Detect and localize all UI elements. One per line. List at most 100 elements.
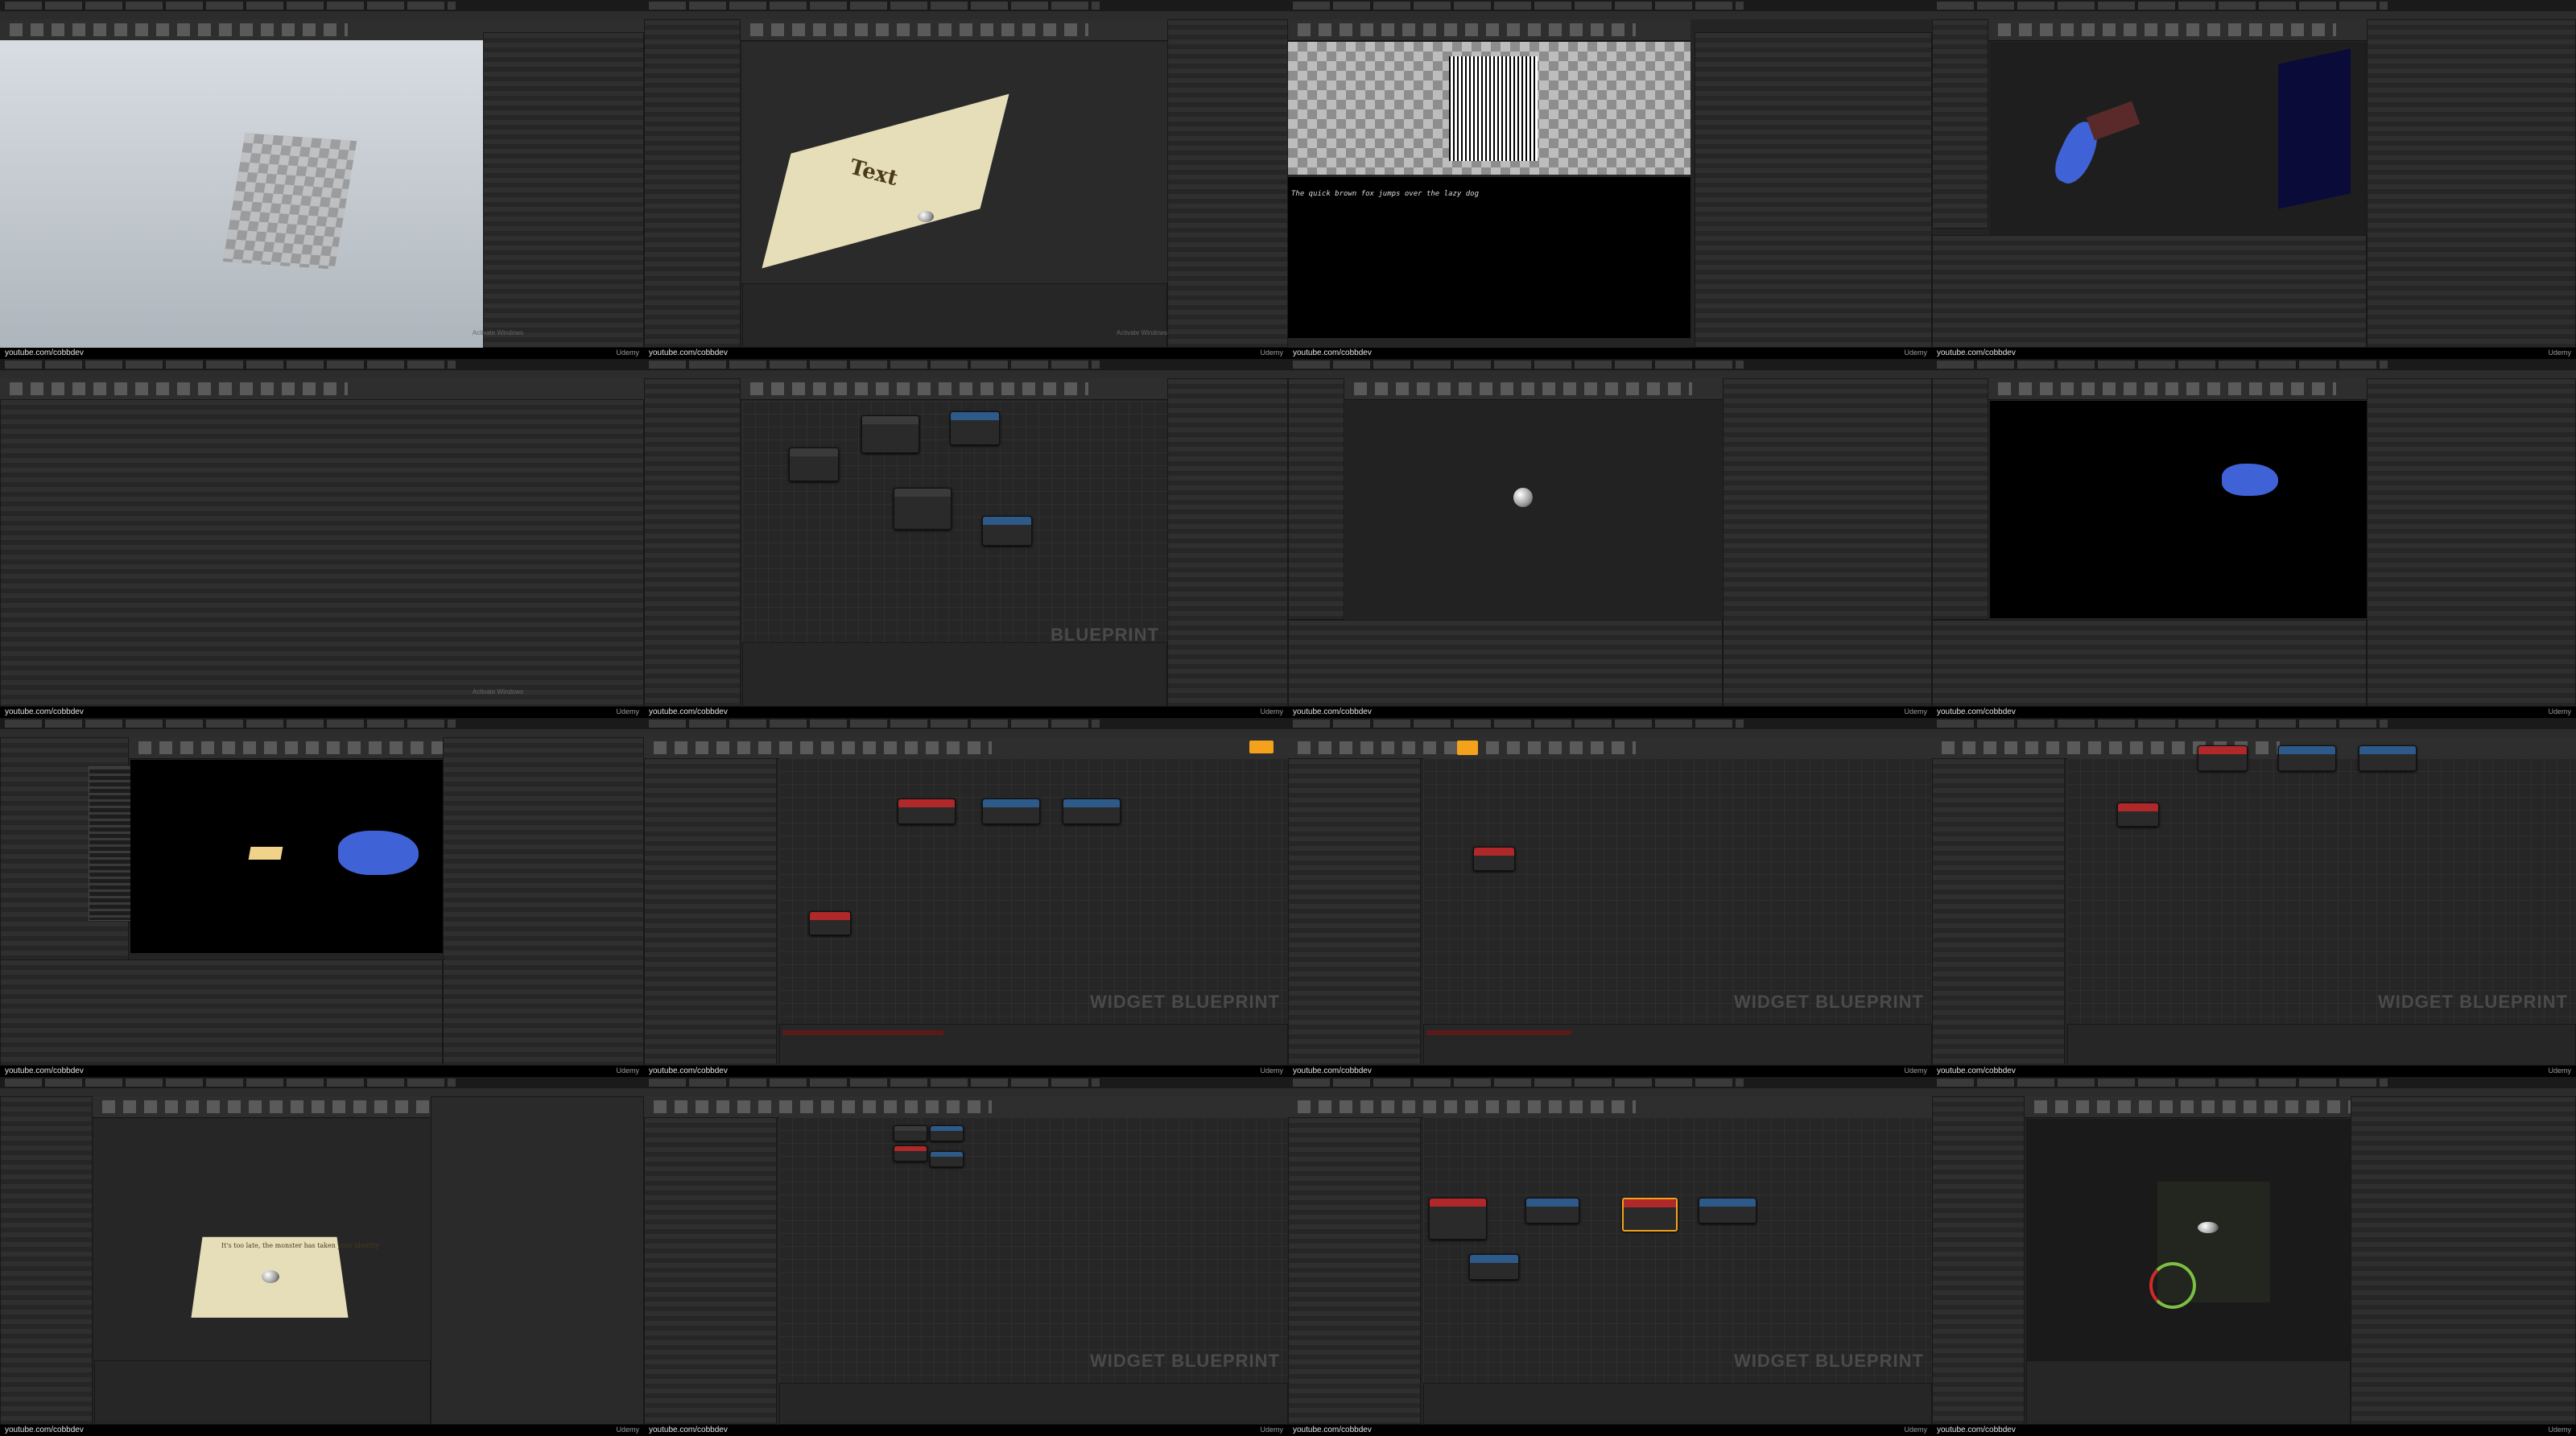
menu-bar[interactable] <box>0 1088 644 1096</box>
blue-mesh[interactable] <box>338 831 419 875</box>
menu-bar[interactable] <box>644 1088 1288 1096</box>
graph-node[interactable] <box>950 411 1000 445</box>
graph-node[interactable] <box>894 488 952 530</box>
graph-node[interactable] <box>1429 1198 1487 1240</box>
my-blueprint-panel[interactable] <box>644 1117 777 1425</box>
menu-bar[interactable] <box>1932 370 2576 378</box>
toolbar[interactable] <box>644 1096 1288 1118</box>
menu-bar[interactable] <box>644 370 1288 378</box>
checker-plane[interactable] <box>222 133 357 270</box>
components-panel[interactable] <box>644 19 741 348</box>
my-blueprint-panel[interactable] <box>1932 758 2065 1066</box>
details-panel[interactable] <box>2351 1096 2576 1425</box>
menu-bar[interactable] <box>0 729 644 737</box>
toolbar[interactable] <box>644 737 1288 759</box>
menu-bar[interactable] <box>644 11 1288 19</box>
place-actors-panel[interactable] <box>1932 19 1988 229</box>
toolbar[interactable] <box>1932 737 2576 759</box>
menu-bar[interactable] <box>1932 11 2576 19</box>
world-outliner[interactable] <box>443 737 644 1066</box>
widget-event-graph[interactable] <box>1423 758 1932 1024</box>
widget-event-graph[interactable] <box>779 1117 1288 1383</box>
graph-node-selected[interactable] <box>1622 1198 1678 1232</box>
details-panel[interactable] <box>483 32 644 348</box>
graph-node[interactable] <box>982 516 1032 546</box>
menu-bar[interactable] <box>0 11 644 19</box>
toolbar[interactable] <box>93 1096 431 1118</box>
light-sphere <box>918 211 934 222</box>
details-panel[interactable] <box>1167 378 1288 707</box>
graph-node[interactable] <box>1473 847 1515 871</box>
world-outliner[interactable] <box>1723 378 1932 707</box>
my-blueprint-panel[interactable] <box>644 378 741 707</box>
graph-node[interactable] <box>1063 798 1121 824</box>
graph-node[interactable] <box>2359 745 2417 771</box>
content-browser[interactable] <box>1932 620 2367 707</box>
components-panel[interactable] <box>0 1096 93 1425</box>
toolbar[interactable] <box>2025 1096 2351 1118</box>
graph-node[interactable] <box>1699 1198 1757 1223</box>
menu-bar[interactable] <box>1288 11 1932 19</box>
my-blueprint-panel[interactable] <box>644 758 777 1066</box>
toolbar[interactable] <box>741 19 1167 41</box>
details-panel[interactable] <box>1695 32 1932 348</box>
details-panel[interactable] <box>1167 19 1288 348</box>
text-plane[interactable] <box>248 847 283 860</box>
content-browser[interactable] <box>1932 235 2367 348</box>
graph-node[interactable] <box>894 1125 927 1141</box>
footer-bar: youtube.com/cobbdev Udemy <box>1932 1425 2576 1436</box>
level-viewport[interactable] <box>1990 401 2367 618</box>
graph-mode-button[interactable] <box>1249 741 1274 753</box>
menu-bar[interactable] <box>1288 729 1932 737</box>
level-viewport[interactable] <box>1346 401 1723 618</box>
toolbar[interactable] <box>1288 1096 1932 1118</box>
toolbar[interactable] <box>1288 19 1690 41</box>
graph-node[interactable] <box>2117 803 2159 827</box>
toolbar[interactable] <box>1988 378 2367 400</box>
graph-node[interactable] <box>2198 745 2248 771</box>
world-outliner[interactable] <box>2367 19 2576 348</box>
graph-node[interactable] <box>898 798 956 824</box>
compile-button[interactable] <box>1457 741 1478 755</box>
place-actors-panel[interactable] <box>1288 378 1344 620</box>
dark-blue-block[interactable] <box>2278 48 2351 209</box>
menu-bar[interactable] <box>1288 370 1932 378</box>
graph-node[interactable] <box>861 415 919 453</box>
details-panel[interactable] <box>431 1096 644 1425</box>
toolbar[interactable] <box>0 378 644 400</box>
toolbar[interactable] <box>1988 19 2367 41</box>
graph-node[interactable] <box>982 798 1040 824</box>
details-panel[interactable] <box>2367 378 2576 707</box>
widget-event-graph[interactable] <box>1423 1117 1932 1383</box>
menu-bar[interactable] <box>1932 729 2576 737</box>
rotation-gizmo[interactable] <box>2149 1262 2196 1309</box>
channel-url: youtube.com/cobbdev <box>1293 349 1372 357</box>
graph-node[interactable] <box>809 911 851 935</box>
my-blueprint-panel[interactable] <box>1288 1117 1421 1425</box>
brand-label: Udemy <box>2548 1426 2571 1434</box>
graph-node[interactable] <box>789 448 839 481</box>
widget-event-graph[interactable] <box>2067 758 2576 1024</box>
toolbar[interactable] <box>1344 378 1723 400</box>
place-actors-panel[interactable] <box>1932 378 1988 620</box>
menu-bar[interactable] <box>0 370 644 378</box>
graph-node[interactable] <box>2278 745 2336 771</box>
project-settings-panel[interactable] <box>0 399 644 707</box>
menu-bar[interactable] <box>1288 1088 1932 1096</box>
content-browser[interactable] <box>1288 620 1723 707</box>
components-panel[interactable] <box>1932 1096 2025 1425</box>
menu-bar[interactable] <box>644 729 1288 737</box>
thumbnail-9: youtube.com/cobbdev Udemy <box>0 718 644 1077</box>
toolbar[interactable] <box>129 737 443 759</box>
graph-node[interactable] <box>894 1145 927 1162</box>
my-blueprint-panel[interactable] <box>1288 758 1421 1066</box>
toolbar[interactable] <box>741 378 1167 400</box>
menu-bar[interactable] <box>1932 1088 2576 1096</box>
blue-mesh[interactable] <box>2222 464 2278 496</box>
graph-node[interactable] <box>930 1125 964 1141</box>
graph-node[interactable] <box>1525 1198 1579 1223</box>
content-browser[interactable] <box>0 959 443 1066</box>
toolbar[interactable] <box>1288 737 1932 759</box>
graph-node[interactable] <box>1469 1254 1519 1280</box>
graph-node[interactable] <box>930 1151 964 1167</box>
